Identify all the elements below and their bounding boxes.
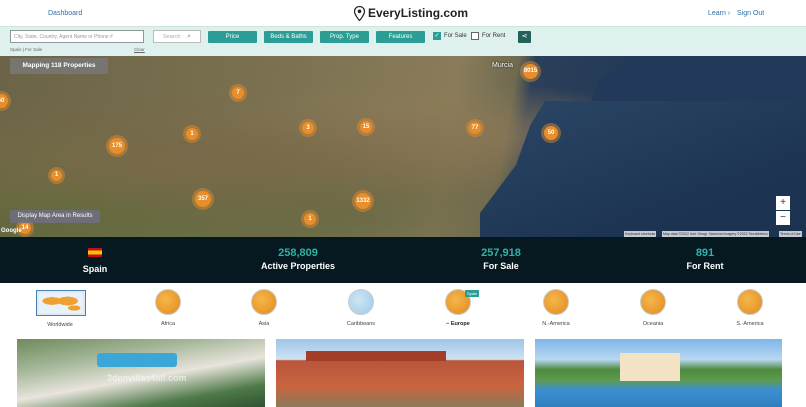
zoom-out-button[interactable]: − — [776, 211, 790, 225]
for-rent-stat-label: For Rent — [686, 261, 724, 271]
site-logo[interactable]: EveryListing.com — [354, 5, 468, 21]
map-cluster[interactable]: 1332 — [355, 193, 371, 209]
photo-watermark: 3denvillas4all.com — [107, 373, 187, 383]
for-sale-checkbox[interactable]: ✓ — [433, 32, 441, 40]
listing-photo[interactable] — [535, 339, 782, 407]
features-filter-button[interactable]: Features — [376, 31, 425, 43]
region-label: Africa — [160, 321, 176, 327]
property-type-filter-button[interactable]: Prop. Type — [320, 31, 369, 43]
beds-baths-filter-button[interactable]: Beds & Baths — [264, 31, 313, 43]
for-rent-label: For Rent — [482, 33, 506, 39]
for-sale-label: For Sale — [444, 33, 467, 39]
region-label-selected: − Europe — [428, 321, 488, 327]
map-cluster[interactable]: 1 — [51, 170, 62, 181]
region-north-america[interactable]: N.-America — [526, 289, 586, 327]
search-label: Search — [163, 34, 181, 40]
world-map-icon[interactable] — [36, 290, 86, 316]
top-navigation: Dashboard EveryListing.com Learn › Sign … — [0, 0, 806, 26]
sea-area-south — [480, 101, 806, 237]
google-logo: Google — [1, 228, 22, 234]
region-caribbeans[interactable]: Caribbeans — [331, 289, 391, 327]
map-cluster[interactable]: 357 — [195, 191, 211, 207]
location-summary: Spain | For Sale — [10, 47, 43, 52]
chevron-right-icon: › — [727, 10, 731, 17]
region-label: N.-America — [542, 321, 570, 327]
region-oceania[interactable]: Oceania — [623, 289, 683, 327]
location-search-input[interactable]: City, State, Country, Agent Name or Phon… — [10, 30, 144, 43]
map-cluster[interactable]: 7 — [232, 87, 244, 99]
pool-shape — [97, 353, 177, 367]
roof-shape — [306, 351, 446, 361]
asia-globe-icon — [251, 289, 277, 315]
map-cluster[interactable]: 77 — [469, 122, 481, 134]
for-sale-stat-label: For Sale — [483, 261, 519, 271]
map-cluster[interactable]: 1 — [186, 128, 198, 140]
map-cluster[interactable]: 15 — [360, 121, 372, 133]
property-map[interactable]: Mapping 118 Properties Murcia 8015 50 7 … — [0, 56, 806, 237]
country-name: Spain — [82, 264, 108, 274]
north-america-globe-icon — [543, 289, 569, 315]
learn-label: Learn — [708, 10, 726, 17]
region-label: Asia — [258, 321, 270, 327]
city-label: Murcia — [492, 62, 514, 69]
share-button[interactable]: ⋖ — [518, 31, 531, 43]
region-label: Europe — [450, 321, 470, 327]
active-properties-label: Active Properties — [260, 261, 336, 271]
listing-photo[interactable] — [276, 339, 524, 407]
share-icon: ⋖ — [521, 33, 528, 40]
listing-photo[interactable]: 3denvillas4all.com — [17, 339, 265, 407]
africa-globe-icon — [155, 289, 181, 315]
spain-flag-icon — [88, 248, 102, 257]
region-label: Oceania — [642, 321, 664, 327]
stats-banner: Spain 258,809 Active Properties 257,918 … — [0, 237, 806, 283]
region-south-america[interactable]: S.-America — [720, 289, 780, 327]
display-map-area-button[interactable]: Display Map Area in Results — [10, 210, 100, 223]
map-cluster[interactable]: 175 — [109, 138, 125, 154]
zoom-in-button[interactable]: + — [776, 196, 790, 210]
active-properties-count: 258,809 — [278, 247, 318, 259]
for-rent-count: 891 — [695, 247, 715, 259]
house-shape — [620, 353, 680, 381]
map-cluster[interactable]: 1 — [304, 213, 316, 225]
mapping-properties-badge: Mapping 118 Properties — [10, 58, 108, 74]
price-filter-button[interactable]: Price — [208, 31, 257, 43]
clear-link[interactable]: Clear — [134, 47, 145, 52]
search-icon: ⌕ — [187, 33, 191, 40]
map-cluster[interactable]: 50 — [0, 94, 8, 108]
world-map-image — [39, 293, 83, 313]
for-rent-checkbox[interactable] — [471, 32, 479, 40]
region-label: S.-America — [736, 321, 764, 327]
spain-tag: Spain — [465, 290, 480, 297]
learn-link[interactable]: Learn › — [708, 10, 730, 17]
map-cluster[interactable]: 50 — [544, 126, 558, 140]
filter-bar: City, State, Country, Agent Name or Phon… — [0, 26, 806, 57]
for-sale-count: 257,918 — [481, 247, 521, 259]
search-button[interactable]: Search ⌕ — [153, 30, 201, 43]
oceania-globe-icon — [640, 289, 666, 315]
region-africa[interactable]: Africa — [138, 289, 198, 327]
logo-text: EveryListing.com — [368, 6, 469, 20]
caribbeans-globe-icon — [348, 289, 374, 315]
south-america-globe-icon — [737, 289, 763, 315]
region-worldwide[interactable]: Worldwide — [30, 316, 90, 328]
sign-out-link[interactable]: Sign Out — [737, 10, 764, 17]
region-asia[interactable]: Asia — [234, 289, 294, 327]
map-cluster[interactable]: 3 — [302, 122, 314, 134]
region-label: Caribbeans — [346, 321, 376, 327]
logo-pin-icon — [354, 5, 365, 21]
region-label: Worldwide — [47, 322, 73, 328]
map-cluster[interactable]: 8015 — [523, 64, 538, 79]
minus-icon: − — [446, 321, 450, 327]
region-selector: Worldwide Africa Asia Caribbeans − Europ… — [0, 283, 806, 333]
dashboard-link[interactable]: Dashboard — [48, 10, 82, 17]
